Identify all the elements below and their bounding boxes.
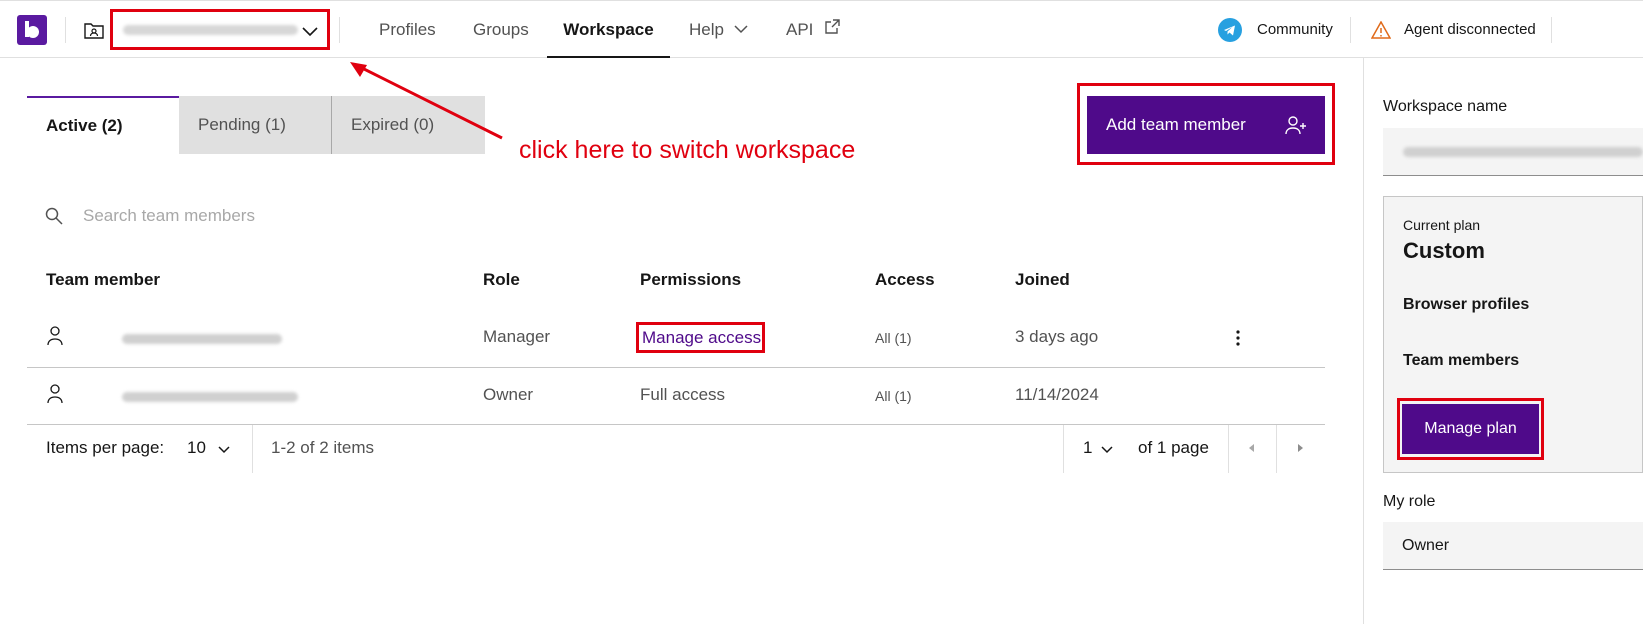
tab-pending[interactable]: Pending (1) — [179, 96, 331, 154]
add-team-member-label: Add team member — [1106, 115, 1246, 134]
divider — [1228, 425, 1229, 473]
member-email-blurred — [122, 392, 298, 402]
search-input[interactable] — [70, 196, 970, 236]
previous-page-icon[interactable] — [1247, 443, 1257, 453]
column-header-role[interactable]: Role — [483, 270, 520, 290]
workspace-name-label: Workspace name — [1383, 98, 1508, 115]
member-email-blurred — [122, 334, 282, 344]
row-divider — [27, 424, 1325, 425]
manage-access-link[interactable]: Manage access — [636, 322, 765, 353]
divider — [1551, 17, 1552, 43]
column-header-permissions[interactable]: Permissions — [640, 270, 741, 290]
chevron-down-icon — [1101, 446, 1113, 454]
annotation-arrow — [350, 62, 503, 140]
next-page-icon[interactable] — [1295, 443, 1305, 453]
app-logo[interactable] — [17, 15, 47, 45]
divider — [65, 17, 66, 43]
agent-status[interactable]: Agent disconnected — [1404, 21, 1536, 38]
nav-groups[interactable]: Groups — [473, 1, 529, 58]
annotation-text: click here to switch workspace — [519, 136, 856, 164]
column-header-access[interactable]: Access — [875, 270, 935, 290]
member-joined: 11/14/2024 — [1015, 385, 1099, 404]
my-role-label: My role — [1383, 493, 1436, 510]
nav-help[interactable]: Help — [689, 1, 724, 58]
tab-active[interactable]: Active (2) — [27, 96, 179, 154]
nav-profiles[interactable]: Profiles — [379, 1, 436, 58]
chevron-down-icon — [218, 446, 230, 454]
warning-icon — [1371, 21, 1391, 39]
nav-api[interactable]: API — [786, 1, 813, 58]
workspace-name-blurred — [123, 25, 298, 35]
manage-plan-button[interactable]: Manage plan — [1402, 404, 1539, 454]
column-header-joined[interactable]: Joined — [1015, 270, 1070, 290]
divider — [252, 425, 253, 473]
divider — [1276, 425, 1277, 473]
my-role-field: Owner — [1383, 522, 1643, 570]
workspace-name-input[interactable] — [1383, 128, 1643, 176]
items-range: 1-2 of 2 items — [271, 438, 374, 457]
user-icon — [47, 384, 63, 404]
divider — [1063, 425, 1064, 473]
my-role-value: Owner — [1402, 537, 1450, 554]
user-icon — [47, 326, 63, 346]
items-per-page-select[interactable]: 10 — [187, 438, 206, 458]
divider — [1350, 17, 1351, 43]
team-members-label: Team members — [1403, 352, 1520, 369]
telegram-icon[interactable] — [1218, 18, 1242, 42]
workspace-name-blurred — [1403, 147, 1643, 157]
member-permissions: Full access — [640, 385, 726, 404]
plan-name: Custom — [1403, 238, 1485, 263]
column-header-team-member[interactable]: Team member — [46, 270, 160, 290]
member-role: Owner — [483, 385, 534, 404]
community-link[interactable]: Community — [1257, 21, 1333, 38]
divider — [339, 17, 340, 43]
top-bar: Profiles Groups Workspace Help API Commu… — [0, 0, 1643, 58]
external-link-icon — [825, 19, 840, 34]
row-divider — [27, 367, 1325, 368]
member-access[interactable]: All (1) — [875, 388, 912, 404]
browser-profiles-label: Browser profiles — [1403, 296, 1530, 313]
chevron-down-icon — [302, 27, 318, 37]
chevron-down-icon — [734, 25, 748, 34]
items-per-page-label: Items per page: — [46, 438, 165, 457]
overflow-menu-icon[interactable] — [1236, 330, 1240, 346]
search-icon — [45, 207, 63, 225]
folder-user-icon — [84, 23, 104, 39]
page-select[interactable]: 1 — [1083, 438, 1092, 458]
add-user-icon — [1285, 116, 1306, 135]
member-joined: 3 days ago — [1015, 327, 1099, 346]
add-team-member-button[interactable]: Add team member — [1087, 96, 1325, 154]
member-access[interactable]: All (1) — [875, 330, 912, 346]
workspace-switcher[interactable] — [110, 9, 330, 50]
total-pages: of 1 page — [1138, 438, 1209, 457]
nav-workspace[interactable]: Workspace — [547, 1, 670, 58]
current-plan-label: Current plan — [1403, 217, 1481, 233]
member-role: Manager — [483, 327, 551, 346]
